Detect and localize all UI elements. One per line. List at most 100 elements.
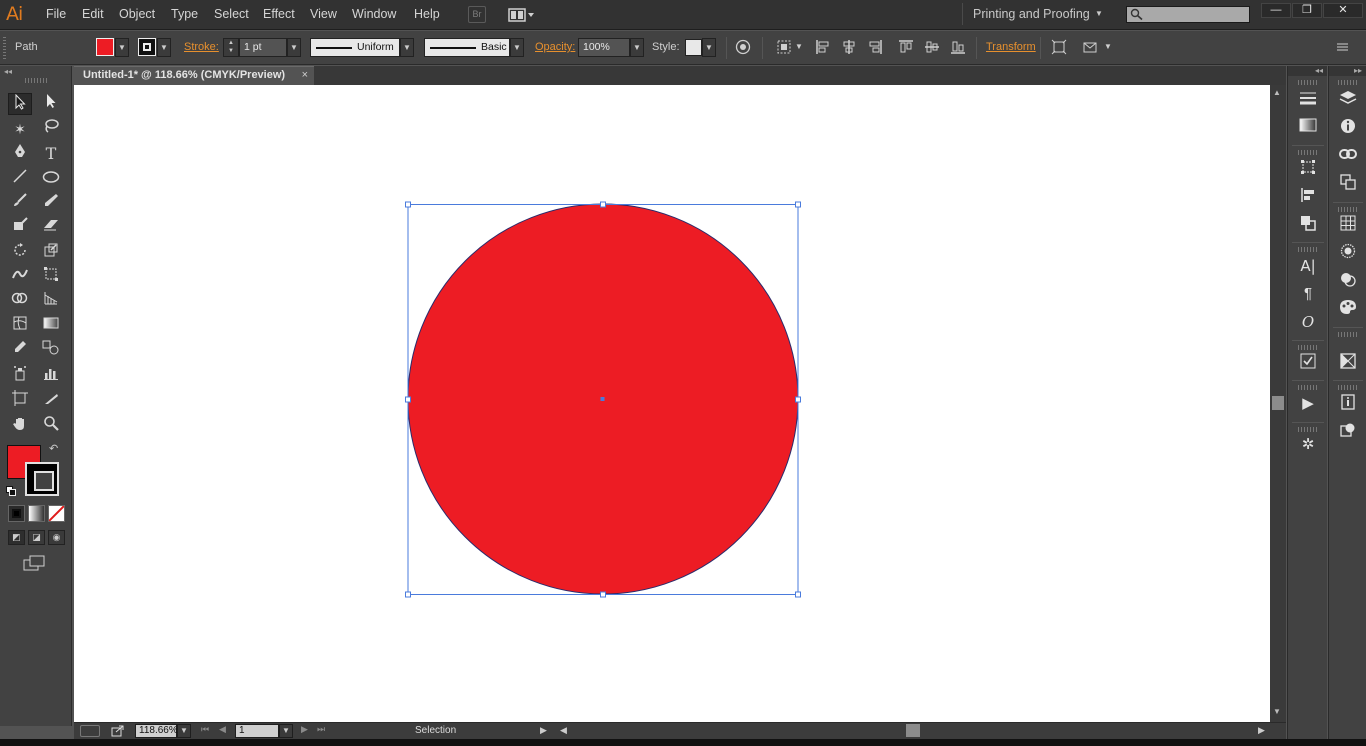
blob-brush-tool-icon[interactable] bbox=[8, 216, 32, 238]
pencil-tool-icon[interactable] bbox=[39, 192, 63, 214]
eyedropper-tool-icon[interactable] bbox=[8, 339, 32, 361]
collapse-panel-icon[interactable]: ◂◂ bbox=[4, 67, 12, 76]
align-top-icon[interactable] bbox=[898, 39, 914, 55]
menu-effect[interactable]: Effect bbox=[263, 7, 295, 21]
menu-help[interactable]: Help bbox=[414, 7, 440, 21]
collapse-dock-icon[interactable]: ◂◂ bbox=[1288, 66, 1327, 76]
scroll-right-icon[interactable]: ▶ bbox=[1258, 725, 1265, 736]
artwork[interactable] bbox=[74, 85, 1270, 722]
stroke-weight-input[interactable]: 1 pt bbox=[239, 38, 287, 57]
last-artboard-icon[interactable]: ⏭ bbox=[317, 724, 325, 735]
screen-mode-icon[interactable] bbox=[23, 554, 47, 572]
graphic-styles-panel-icon[interactable] bbox=[1338, 299, 1358, 319]
brushes-panel-icon[interactable] bbox=[1338, 243, 1358, 263]
style-dropdown[interactable]: ▼ bbox=[702, 38, 716, 57]
rotate-tool-icon[interactable] bbox=[8, 242, 32, 264]
fill-swatch-control[interactable] bbox=[96, 38, 114, 56]
gradient-tool-icon[interactable] bbox=[39, 315, 63, 337]
recolor-artwork-icon[interactable] bbox=[735, 39, 751, 55]
profile-dropdown[interactable]: ▼ bbox=[400, 38, 414, 57]
align-right-icon[interactable] bbox=[867, 39, 883, 55]
restore-button[interactable]: ❐ bbox=[1292, 3, 1322, 18]
scroll-left-icon[interactable]: ◀ bbox=[560, 725, 567, 736]
dock-grip[interactable] bbox=[1298, 247, 1318, 252]
draw-normal-icon[interactable]: ◩ bbox=[8, 530, 25, 545]
stroke-panel-link[interactable]: Stroke: bbox=[184, 41, 219, 53]
status-menu-icon[interactable]: ▶ bbox=[540, 725, 547, 736]
stroke-panel-icon[interactable] bbox=[1298, 90, 1318, 110]
actions-panel-icon[interactable]: ▶ bbox=[1298, 394, 1318, 414]
column-graph-tool-icon[interactable] bbox=[39, 365, 63, 387]
close-button[interactable]: ✕ bbox=[1323, 3, 1363, 18]
menu-view[interactable]: View bbox=[310, 7, 337, 21]
direct-selection-tool-icon[interactable] bbox=[39, 93, 63, 115]
free-transform-tool-icon[interactable] bbox=[39, 266, 63, 288]
eraser-tool-icon[interactable] bbox=[39, 216, 63, 238]
opacity-panel-link[interactable]: Opacity: bbox=[535, 41, 575, 53]
blend-tool-icon[interactable] bbox=[39, 339, 63, 361]
tools-grip[interactable] bbox=[25, 78, 47, 83]
align-horizontal-center-icon[interactable] bbox=[841, 39, 857, 55]
type-tool-icon[interactable]: T bbox=[39, 143, 63, 165]
shape-builder-tool-icon[interactable] bbox=[8, 290, 32, 312]
fill-dropdown[interactable]: ▼ bbox=[115, 38, 129, 57]
symbol-sprayer-tool-icon[interactable] bbox=[8, 365, 32, 387]
share-icon[interactable] bbox=[111, 724, 125, 738]
close-icon[interactable]: × bbox=[302, 67, 308, 84]
artboard-dropdown[interactable]: ▼ bbox=[279, 724, 293, 738]
arrange-documents-icon[interactable] bbox=[508, 6, 536, 23]
dock-grip[interactable] bbox=[1298, 80, 1318, 85]
dock-grip[interactable] bbox=[1298, 345, 1318, 350]
scroll-up-icon[interactable]: ▲ bbox=[1273, 88, 1281, 97]
brush-dropdown[interactable]: ▼ bbox=[510, 38, 524, 57]
scale-tool-icon[interactable] bbox=[39, 242, 63, 264]
align-to-selection-icon[interactable] bbox=[776, 39, 792, 55]
hand-tool-icon[interactable] bbox=[8, 415, 32, 437]
menu-object[interactable]: Object bbox=[119, 7, 155, 21]
paintbrush-tool-icon[interactable] bbox=[8, 192, 32, 214]
transform-panel-link[interactable]: Transform bbox=[986, 41, 1036, 53]
align-vertical-center-icon[interactable] bbox=[924, 39, 940, 55]
next-artboard-icon[interactable]: ▶ bbox=[301, 724, 308, 735]
artboard-canvas[interactable] bbox=[74, 85, 1270, 722]
stroke-swatch-control[interactable] bbox=[138, 38, 156, 56]
zoom-dropdown[interactable]: ▼ bbox=[177, 724, 191, 738]
perspective-grid-tool-icon[interactable] bbox=[39, 290, 63, 312]
slice-tool-icon[interactable] bbox=[39, 390, 63, 412]
lasso-tool-icon[interactable] bbox=[39, 118, 63, 140]
isolate-group-icon[interactable] bbox=[1051, 39, 1067, 55]
mesh-tool-icon[interactable] bbox=[8, 315, 32, 337]
workspace-switcher[interactable]: Printing and Proofing ▼ bbox=[962, 3, 1112, 25]
dock-grip[interactable] bbox=[1338, 207, 1358, 212]
make-envelope-icon[interactable] bbox=[1082, 39, 1098, 55]
artboards-panel-icon[interactable] bbox=[1338, 174, 1358, 194]
menu-select[interactable]: Select bbox=[214, 7, 249, 21]
menu-file[interactable]: File bbox=[46, 7, 66, 21]
attributes-panel-icon[interactable] bbox=[1298, 353, 1318, 373]
character-panel-icon[interactable]: A| bbox=[1298, 256, 1318, 276]
align-bottom-icon[interactable] bbox=[950, 39, 966, 55]
adobe-gps-icon[interactable] bbox=[80, 725, 100, 737]
dock-grip[interactable] bbox=[1298, 427, 1318, 432]
magic-wand-tool-icon[interactable]: ✶ bbox=[8, 118, 32, 140]
document-tab[interactable]: Untitled-1* @ 118.66% (CMYK/Preview) × bbox=[74, 66, 314, 85]
stroke-weight-dropdown[interactable]: ▼ bbox=[287, 38, 301, 57]
links-panel-icon[interactable] bbox=[1338, 146, 1358, 166]
dock-grip[interactable] bbox=[1338, 332, 1358, 337]
control-bar-grip[interactable] bbox=[3, 37, 6, 59]
layers-panel-icon[interactable] bbox=[1338, 90, 1358, 110]
symbols-panel-icon[interactable] bbox=[1338, 271, 1358, 291]
graphic-style-swatch[interactable] bbox=[685, 39, 702, 56]
dock-grip[interactable] bbox=[1298, 150, 1318, 155]
panel-menu-icon[interactable] bbox=[1334, 39, 1350, 55]
previous-artboard-icon[interactable]: ◀ bbox=[219, 724, 226, 735]
default-fill-stroke-icon[interactable] bbox=[6, 485, 16, 496]
stroke-dropdown[interactable]: ▼ bbox=[157, 38, 171, 57]
pen-tool-icon[interactable] bbox=[8, 143, 32, 165]
align-panel-icon[interactable] bbox=[1298, 187, 1318, 207]
menu-type[interactable]: Type bbox=[171, 7, 198, 21]
gradient-panel-icon[interactable] bbox=[1298, 118, 1318, 138]
chevron-down-icon[interactable]: ▼ bbox=[791, 39, 807, 55]
swap-fill-stroke-icon[interactable]: ↶ bbox=[49, 442, 58, 455]
color-mode-icon[interactable] bbox=[8, 505, 25, 522]
